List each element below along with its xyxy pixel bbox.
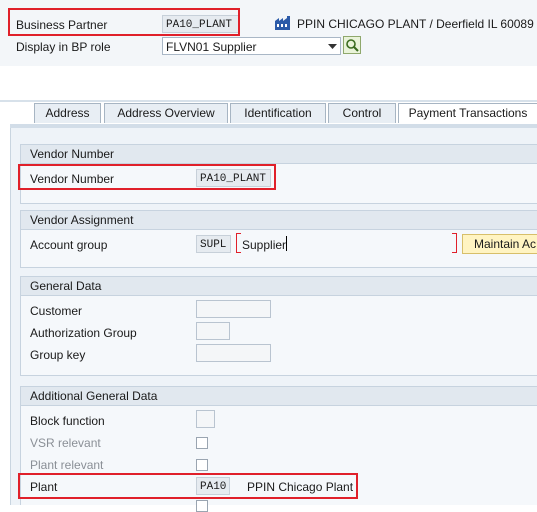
switch-role-icon[interactable] [343, 36, 361, 54]
account-group-text: Supplier [242, 238, 287, 252]
vsr-relevant-label: VSR relevant [30, 436, 101, 450]
vendor-number-label: Vendor Number [30, 172, 115, 186]
additional-general-data-group-title: Additional General Data [30, 389, 158, 403]
vendor-number-field[interactable]: PA10_PLANT [196, 169, 271, 187]
tab-identification[interactable]: Identification [230, 103, 326, 123]
customer-field[interactable] [196, 300, 271, 318]
role-label: Display in BP role [16, 40, 111, 54]
group-key-label: Group key [30, 348, 86, 362]
header-area [0, 0, 537, 66]
tab-address[interactable]: Address [34, 103, 101, 123]
role-select-value: FLVN01 Supplier [166, 40, 257, 54]
tab-payment-transactions[interactable]: Payment Transactions [398, 103, 537, 123]
tab-control[interactable]: Control [328, 103, 396, 123]
vsr-relevant-checkbox[interactable] [196, 437, 208, 449]
authorization-group-label: Authorization Group [30, 326, 137, 340]
plant-name-text: PPIN Chicago Plant [247, 480, 354, 494]
chevron-down-icon [328, 38, 337, 59]
plant-relevant-label: Plant relevant [30, 458, 104, 472]
vendor-assignment-group-header: Vendor Assignment [21, 211, 537, 230]
business-partner-field[interactable]: PA10_PLANT [162, 15, 239, 33]
maintain-account-group-button[interactable]: Maintain Ac [462, 234, 537, 254]
block-function-field[interactable] [196, 410, 215, 428]
business-partner-description: PPIN CHICAGO PLANT / Deerfield IL 60089 [297, 17, 534, 31]
field-bracket-left [236, 233, 241, 253]
plant-relevant-checkbox[interactable] [196, 459, 208, 471]
text-cursor [286, 236, 287, 251]
general-data-group-title: General Data [30, 279, 102, 293]
tab-strip-divider [0, 100, 537, 102]
tab-address-overview[interactable]: Address Overview [104, 103, 228, 123]
vendor-number-group-title: Vendor Number [30, 147, 115, 161]
plant-code-field[interactable]: PA10 [196, 477, 230, 495]
customer-label: Customer [30, 304, 83, 318]
vendor-assignment-group-title: Vendor Assignment [30, 213, 134, 227]
field-bracket-right [452, 233, 457, 253]
group-key-field[interactable] [196, 344, 271, 362]
vendor-number-group-header: Vendor Number [21, 145, 537, 164]
additional-general-data-group-header: Additional General Data [21, 387, 537, 406]
role-select[interactable]: FLVN01 Supplier [162, 37, 341, 55]
extra-checkbox[interactable] [196, 500, 208, 512]
account-group-code-field[interactable]: SUPL [196, 235, 231, 253]
plant-icon [275, 16, 290, 30]
business-partner-label: Business Partner [16, 18, 108, 32]
account-group-label: Account group [30, 238, 108, 252]
general-data-group-header: General Data [21, 277, 537, 296]
plant-label: Plant [30, 480, 58, 494]
authorization-group-field[interactable] [196, 322, 230, 340]
block-function-label: Block function [30, 414, 105, 428]
